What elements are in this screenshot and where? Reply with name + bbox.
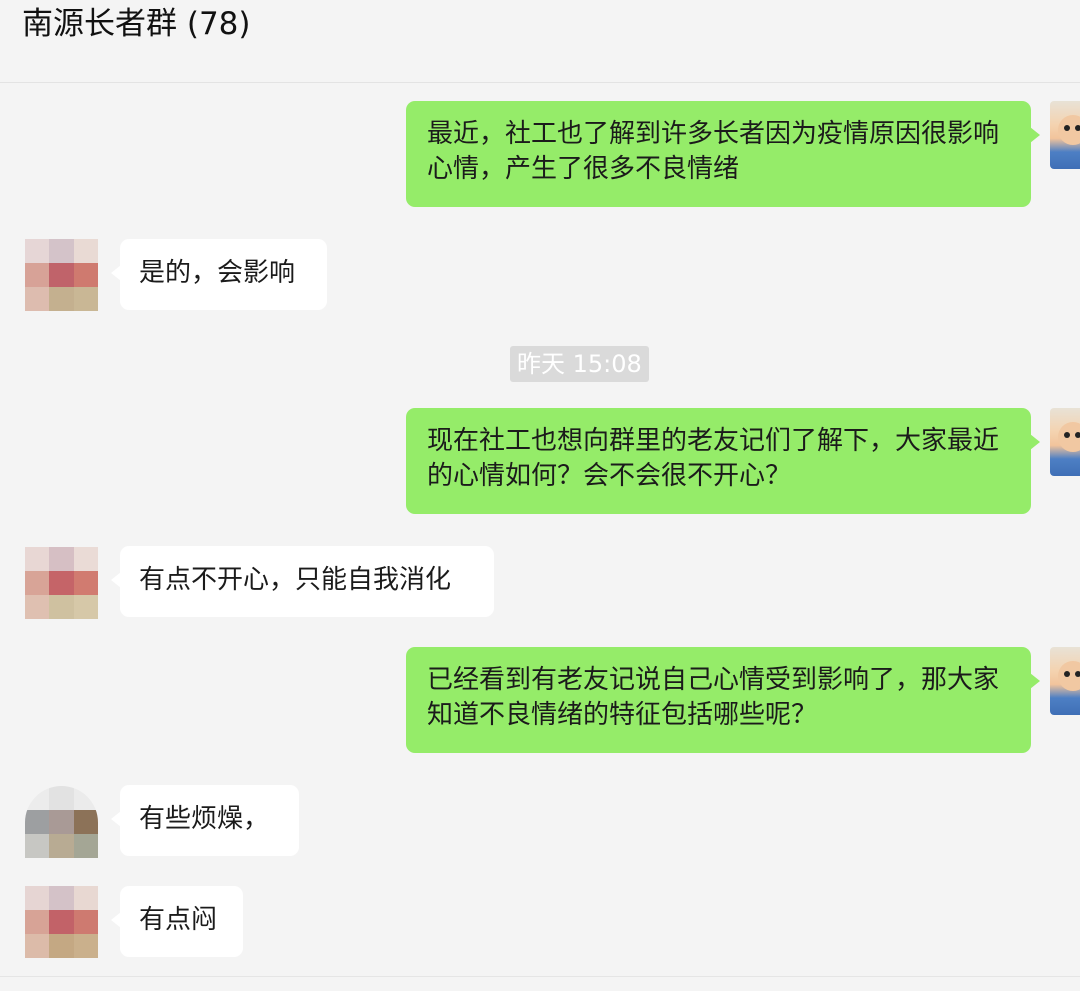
my-avatar[interactable]: [1050, 101, 1080, 169]
message-bubble-outgoing[interactable]: 最近，社工也了解到许多长者因为疫情原因很影响心情，产生了很多不良情绪: [406, 101, 1040, 207]
chat-header: 南源长者群 (78): [0, 0, 1080, 83]
message-text: 是的，会影响: [139, 258, 296, 288]
message-bubble-incoming[interactable]: 是的，会影响: [111, 239, 327, 310]
chat-title[interactable]: 南源长者群 (78): [22, 2, 251, 46]
avatar-face: [1058, 115, 1080, 145]
message-text: 有点不开心，只能自我消化: [139, 565, 452, 595]
divider: [0, 976, 1080, 977]
message-text: 现在社工也想向群里的老友记们了解下，大家最近的心情如何？会不会很不开心？: [427, 426, 1000, 491]
message-text: 有些烦燥，: [139, 804, 270, 834]
message-bubble-incoming[interactable]: 有些烦燥，: [111, 785, 299, 856]
avatar-face: [1058, 661, 1080, 691]
message-bubble-incoming[interactable]: 有点闷: [111, 886, 243, 957]
message-text: 已经看到有老友记说自己心情受到影响了，那大家知道不良情绪的特征包括哪些呢？: [427, 665, 1000, 730]
message-text: 最近，社工也了解到许多长者因为疫情原因很影响心情，产生了很多不良情绪: [427, 119, 1000, 184]
my-avatar[interactable]: [1050, 647, 1080, 715]
message-bubble-incoming[interactable]: 有点不开心，只能自我消化: [111, 546, 494, 617]
member-avatar[interactable]: [25, 786, 98, 858]
message-text: 有点闷: [139, 905, 218, 935]
my-avatar[interactable]: [1050, 408, 1080, 476]
member-avatar[interactable]: [25, 886, 98, 958]
message-bubble-outgoing[interactable]: 现在社工也想向群里的老友记们了解下，大家最近的心情如何？会不会很不开心？: [406, 408, 1040, 514]
member-avatar[interactable]: [25, 239, 98, 311]
message-bubble-outgoing[interactable]: 已经看到有老友记说自己心情受到影响了，那大家知道不良情绪的特征包括哪些呢？: [406, 647, 1040, 753]
member-avatar[interactable]: [25, 547, 98, 619]
avatar-face: [1058, 422, 1080, 452]
time-divider: 昨天 15:08: [510, 346, 649, 382]
